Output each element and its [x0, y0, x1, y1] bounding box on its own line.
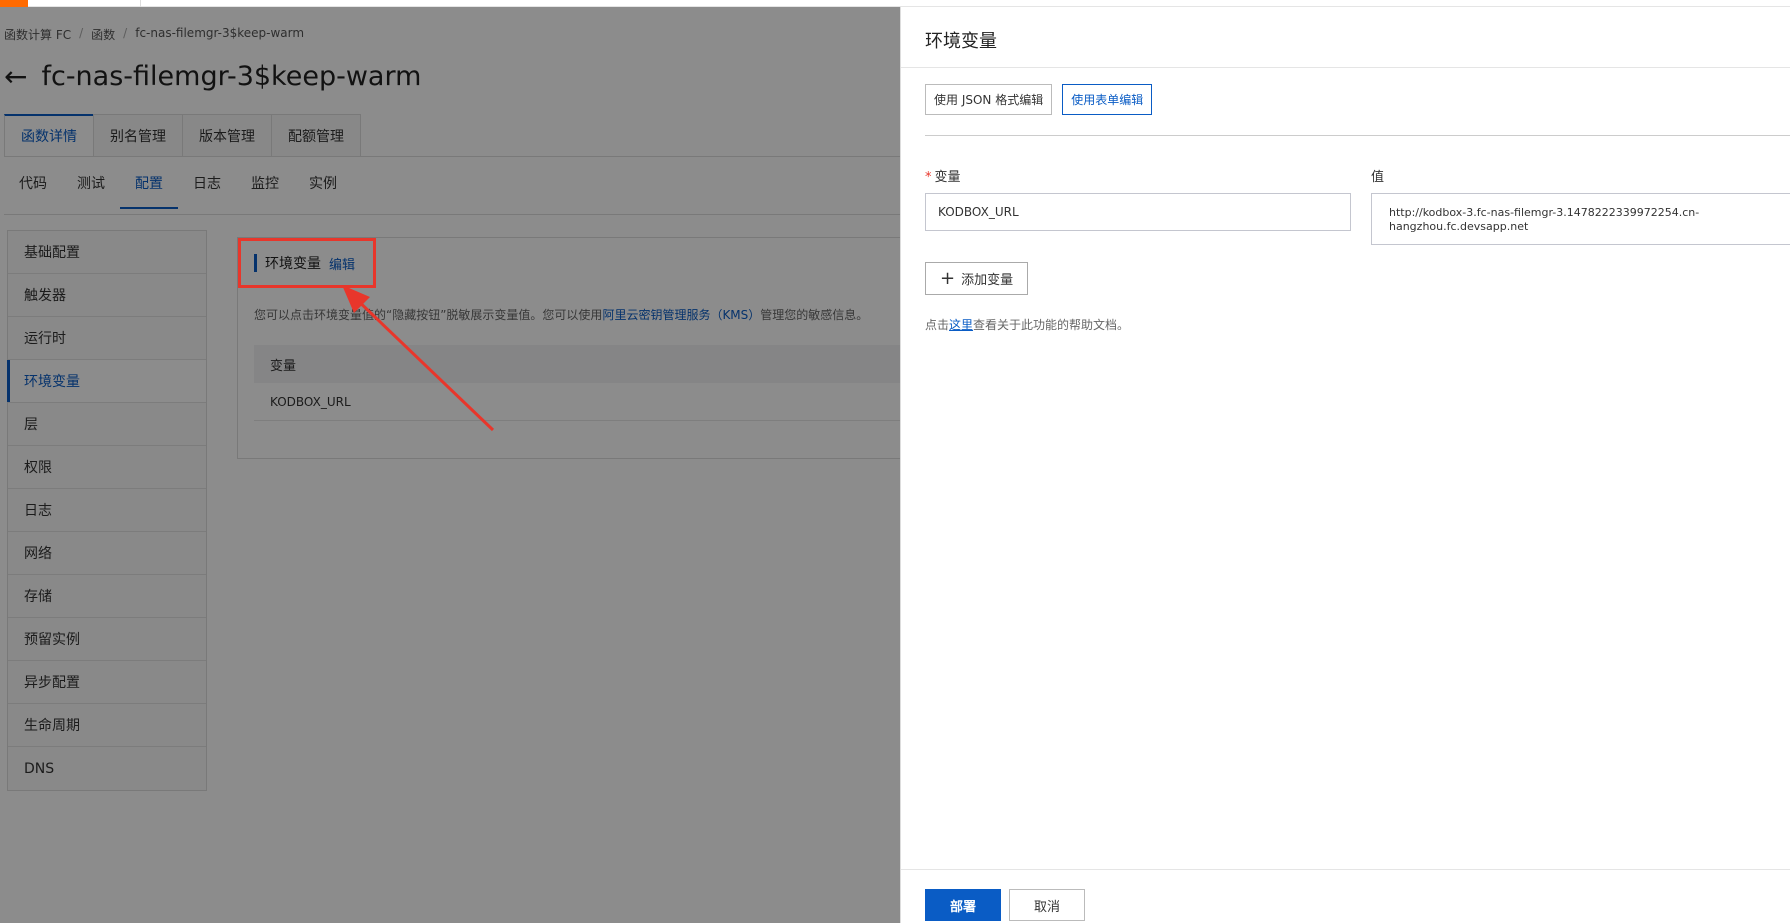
deploy-button[interactable]: 部署 — [925, 889, 1001, 921]
cancel-button[interactable]: 取消 — [1009, 889, 1085, 921]
env-vars-drawer: 环境变量 使用 JSON 格式编辑 使用表单编辑 * 变量 值 KODBOX_UR… — [900, 7, 1790, 923]
variable-label: * 变量 — [925, 166, 961, 185]
form-mode-button[interactable]: 使用表单编辑 — [1062, 84, 1153, 115]
edit-mode-switch: 使用 JSON 格式编辑 使用表单编辑 — [925, 84, 1153, 115]
help-text: 点击这里查看关于此功能的帮助文档。 — [925, 316, 1129, 333]
plus-icon: + — [940, 267, 956, 289]
divider — [925, 135, 1790, 136]
help-text-after: 查看关于此功能的帮助文档。 — [973, 318, 1130, 332]
variable-value-input[interactable]: http://kodbox-3.fc-nas-filemgr-3.1478222… — [1371, 193, 1790, 245]
drawer-title: 环境变量 — [925, 31, 997, 52]
variable-name-input[interactable]: KODBOX_URL — [925, 193, 1351, 231]
variable-label-text: 变量 — [934, 170, 961, 185]
divider — [901, 869, 1790, 870]
add-variable-button[interactable]: + 添加变量 — [925, 262, 1029, 295]
annotation-highlight-box — [238, 238, 376, 288]
divider — [140, 0, 141, 7]
divider — [901, 67, 1790, 68]
required-mark: * — [925, 170, 932, 185]
brand-logo[interactable] — [0, 0, 28, 7]
annotation-arrow-icon — [342, 285, 495, 432]
help-link[interactable]: 这里 — [949, 318, 973, 332]
value-label: 值 — [1371, 170, 1385, 185]
help-text-before: 点击 — [925, 318, 950, 332]
top-bar — [0, 0, 1790, 7]
modal-mask[interactable] — [0, 7, 900, 923]
json-mode-button[interactable]: 使用 JSON 格式编辑 — [925, 84, 1053, 115]
add-variable-label: 添加变量 — [961, 273, 1014, 288]
